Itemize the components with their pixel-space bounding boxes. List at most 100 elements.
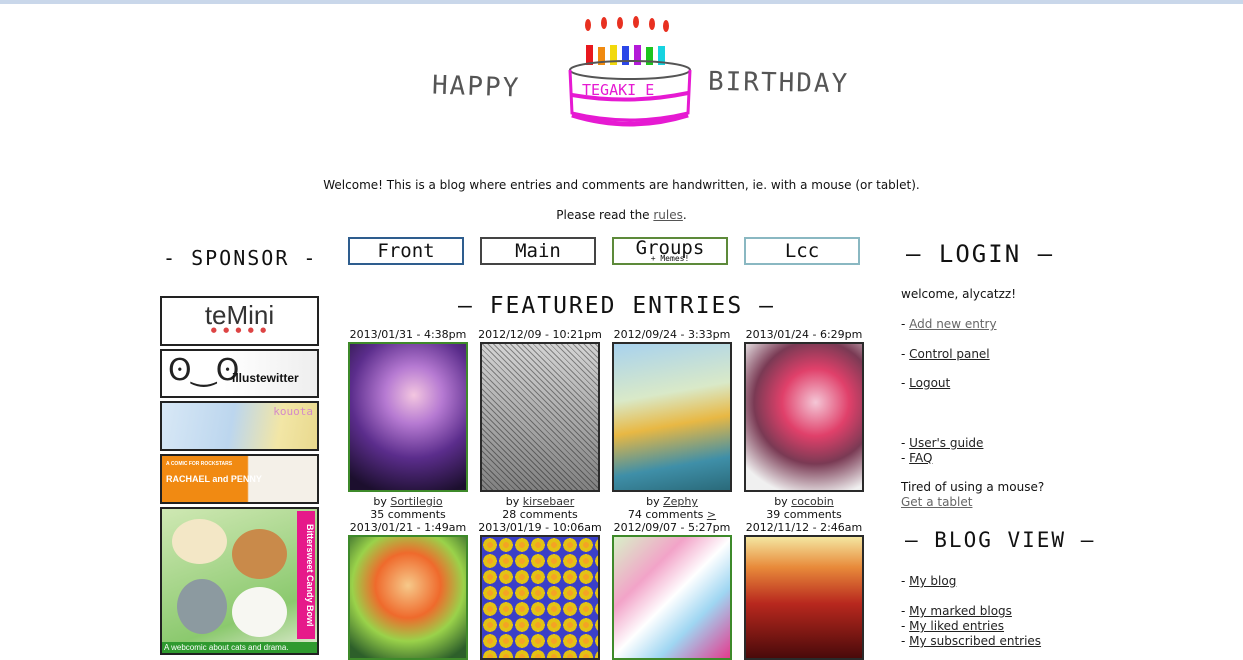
rules-link[interactable]: rules (653, 208, 683, 222)
users-guide-row: - User's guide (901, 436, 983, 450)
add-new-entry-link[interactable]: Add new entry (909, 317, 996, 331)
entry-comment-count: 35 comments (370, 508, 446, 521)
entry-byline: by Sortilegio (345, 495, 471, 508)
login-welcome: welcome, alycatzz! (901, 287, 1017, 301)
liked-entries-row: - My liked entries (901, 619, 1004, 633)
tired-text: Tired of using a mouse? (901, 480, 1045, 494)
get-tablet-link[interactable]: Get a tablet (901, 495, 972, 509)
sponsor-rachael-penny-banner[interactable]: A COMIC FOR ROCKSTARS RACHAEL and PENNY (160, 454, 319, 504)
candy-bowl-caption: A webcomic about cats and drama. (162, 642, 317, 653)
happy-text: HAPPY (431, 70, 521, 104)
logout-row: - Logout (901, 376, 950, 390)
by-prefix: by (373, 495, 391, 508)
manga-face-icon: ʘ‿ʘ (168, 353, 240, 388)
sponsor-bittersweet-candy-bowl-banner[interactable]: Bittersweet Candy Bowl A webcomic about … (160, 507, 319, 655)
cat-illustration (232, 587, 287, 637)
entry-date: 2013/01/24 - 6:29pm (745, 328, 863, 341)
faq-link[interactable]: FAQ (909, 451, 932, 465)
entry-thumbnail[interactable] (744, 535, 864, 660)
rules-line: Please read the rules. (0, 208, 1243, 222)
row-dash: - (901, 619, 910, 633)
nav-groups-button[interactable]: Groups + Memes! (612, 237, 728, 265)
logout-link[interactable]: Logout (909, 376, 950, 390)
temini-dots: ● ● ● ● ● (210, 326, 269, 334)
featured-entry: 2012/11/12 - 2:46am (741, 521, 867, 660)
by-prefix: by (774, 495, 792, 508)
nav-front-button[interactable]: Front (348, 237, 464, 265)
entry-comment-count: 74 comments > (609, 508, 735, 521)
entry-byline: by cocobin (741, 495, 867, 508)
entry-thumbnail[interactable] (480, 535, 600, 660)
blog-view-heading: — BLOG VIEW — (905, 528, 1096, 552)
faq-row: - FAQ (901, 451, 932, 465)
entry-thumbnail[interactable] (612, 535, 732, 660)
entry-thumbnail[interactable] (612, 342, 732, 492)
rules-prefix: Please read the (556, 208, 654, 222)
entry-thumbnail[interactable] (348, 342, 468, 492)
row-dash: - (901, 604, 910, 618)
entry-date: 2013/01/21 - 1:49am (349, 521, 467, 534)
entry-byline: by kirsebaer (477, 495, 603, 508)
entry-author-link[interactable]: kirsebaer (523, 495, 574, 508)
featured-entry: 2012/09/24 - 3:33pm by Zephy 74 comments… (609, 328, 735, 521)
row-dash: - (901, 376, 910, 390)
browser-top-line (0, 0, 1243, 4)
row-dash: - (901, 347, 910, 361)
entry-date: 2012/09/24 - 3:33pm (613, 328, 731, 341)
illustwitter-label: illustewitter (232, 371, 299, 385)
entry-comment-count: 28 comments (502, 508, 578, 521)
by-prefix: by (646, 495, 664, 508)
featured-entry: 2013/01/31 - 4:38pm by Sortilegio 35 com… (345, 328, 471, 521)
users-guide-link[interactable]: User's guide (909, 436, 983, 450)
kouota-label: kouota (273, 405, 313, 418)
entry-date: 2013/01/31 - 4:38pm (349, 328, 467, 341)
my-blog-row: - My blog (901, 574, 956, 588)
marked-blogs-row: - My marked blogs (901, 604, 1012, 618)
row-dash: - (901, 451, 910, 465)
my-subscribed-entries-link[interactable]: My subscribed entries (909, 634, 1041, 648)
nav-main-button[interactable]: Main (480, 237, 596, 265)
featured-entry: 2013/01/21 - 1:49am (345, 521, 471, 660)
row-dash: - (901, 436, 910, 450)
entry-author-link[interactable]: cocobin (791, 495, 834, 508)
cat-illustration (172, 519, 227, 564)
more-comments-link[interactable]: > (707, 508, 716, 521)
birthday-cake-logo[interactable]: TEGAKI E (560, 15, 700, 135)
welcome-message: Welcome! This is a blog where entries an… (323, 178, 920, 192)
sponsor-temini-banner[interactable]: teMini ● ● ● ● ● (160, 296, 319, 346)
entry-comment-text: 74 comments (627, 508, 704, 521)
featured-entry: 2013/01/19 - 10:06am (477, 521, 603, 660)
featured-entry: 2012/09/07 - 5:27pm (609, 521, 735, 660)
row-dash: - (901, 317, 910, 331)
sponsor-kouota-banner[interactable]: kouota (160, 401, 319, 451)
entry-thumbnail[interactable] (480, 342, 600, 492)
add-entry-row: - Add new entry (901, 317, 997, 331)
entry-author-link[interactable]: Zephy (663, 495, 698, 508)
entry-date: 2013/01/19 - 10:06am (478, 521, 602, 534)
featured-entry: 2012/12/09 - 10:21pm by kirsebaer 28 com… (477, 328, 603, 521)
candle-flames (585, 16, 669, 32)
get-tablet-row: Get a tablet (901, 495, 972, 509)
row-dash: - (901, 634, 910, 648)
sponsor-heading: - SPONSOR - (163, 246, 318, 270)
entry-thumbnail[interactable] (348, 535, 468, 660)
my-liked-entries-link[interactable]: My liked entries (909, 619, 1004, 633)
cake-text: TEGAKI E (582, 81, 654, 99)
entry-comment-count: 39 comments (766, 508, 842, 521)
subscribed-entries-row: - My subscribed entries (901, 634, 1041, 648)
control-panel-link[interactable]: Control panel (909, 347, 989, 361)
rules-suffix: . (682, 208, 687, 222)
entry-date: 2012/09/07 - 5:27pm (613, 521, 731, 534)
sponsor-illustwitter-banner[interactable]: ʘ‿ʘ illustewitter (160, 349, 319, 398)
my-blog-link[interactable]: My blog (909, 574, 956, 588)
entry-date: 2012/12/09 - 10:21pm (478, 328, 602, 341)
my-marked-blogs-link[interactable]: My marked blogs (909, 604, 1012, 618)
entry-date: 2012/11/12 - 2:46am (745, 521, 863, 534)
entry-thumbnail[interactable] (744, 342, 864, 492)
nav-lcc-button[interactable]: Lcc (744, 237, 860, 265)
entry-author-link[interactable]: Sortilegio (390, 495, 442, 508)
featured-entry: 2013/01/24 - 6:29pm by cocobin 39 commen… (741, 328, 867, 521)
row-dash: - (901, 574, 910, 588)
entry-byline: by Zephy (609, 495, 735, 508)
rachael-tagline: A COMIC FOR ROCKSTARS (166, 461, 233, 467)
